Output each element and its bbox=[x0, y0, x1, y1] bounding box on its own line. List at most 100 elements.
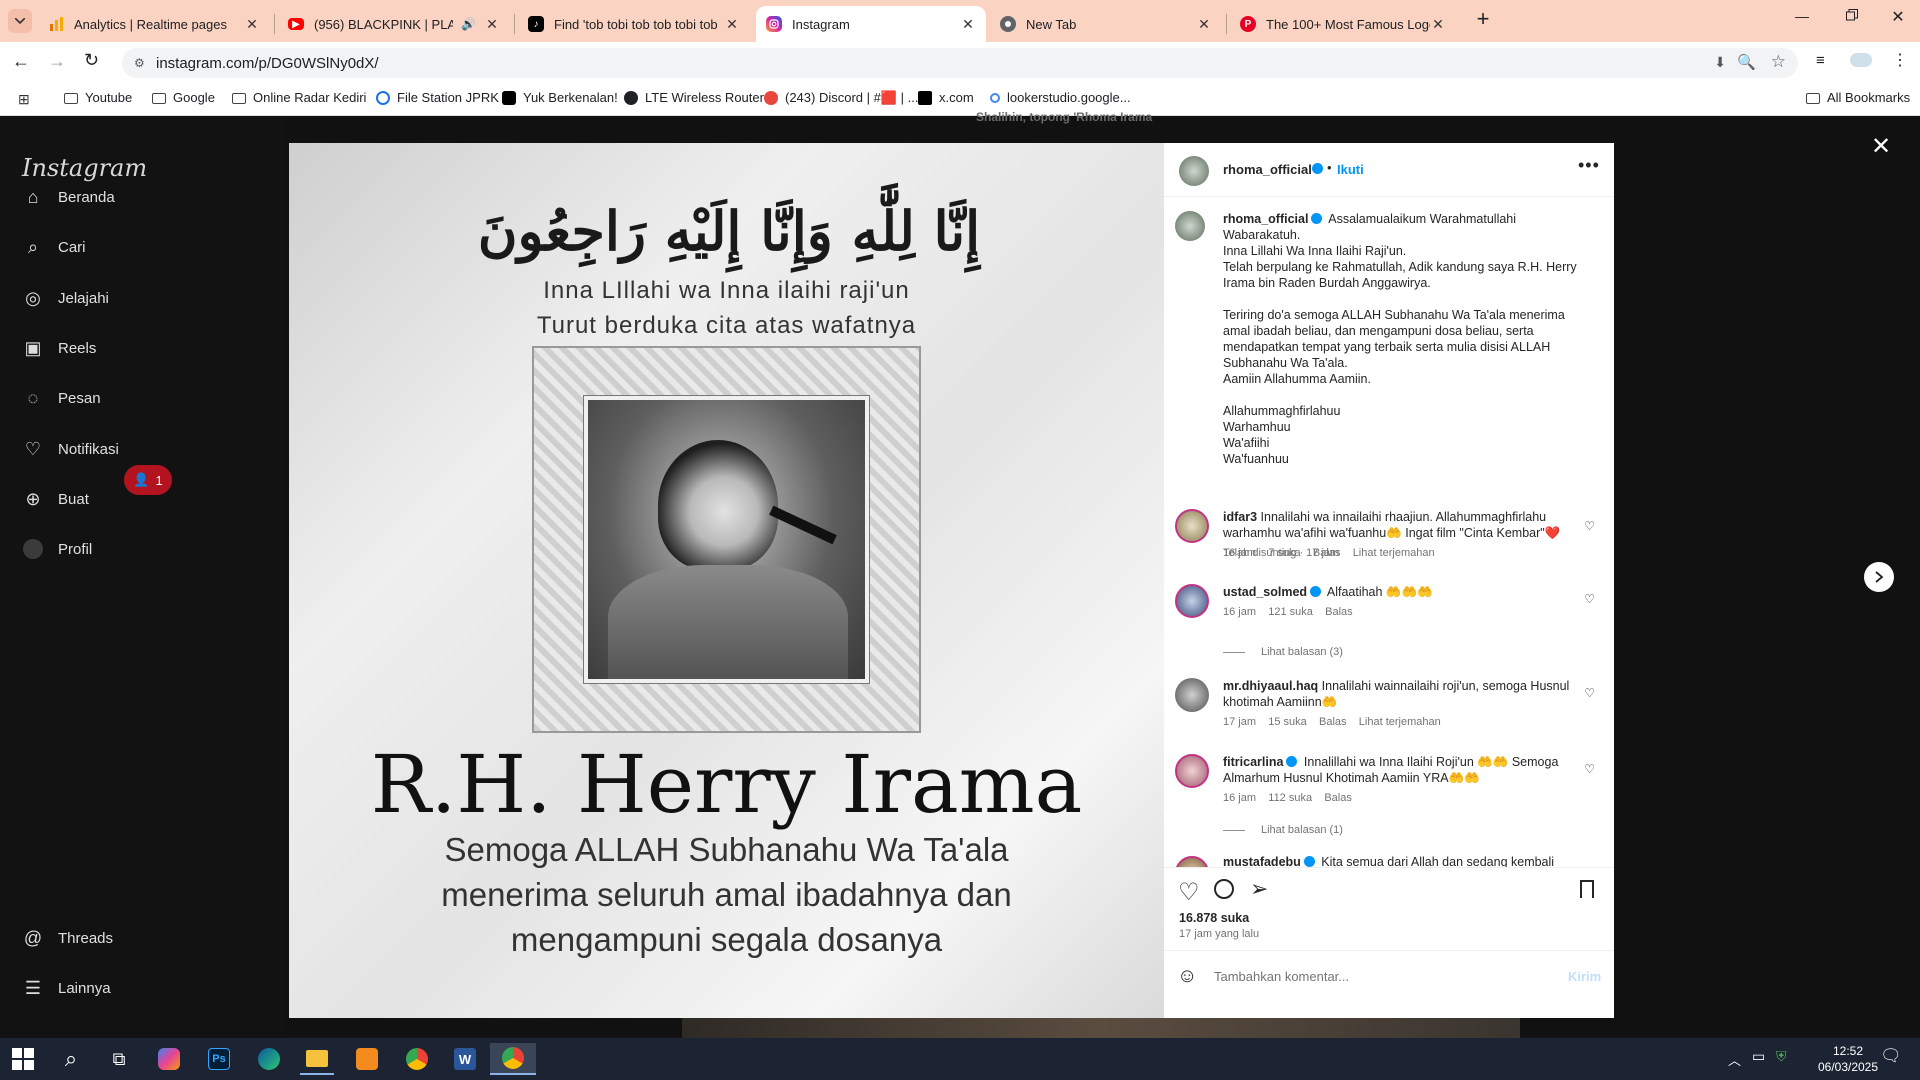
save-icon[interactable] bbox=[1580, 880, 1594, 898]
reload-icon[interactable]: ↻ bbox=[84, 50, 99, 71]
address-bar[interactable]: ⚙ instagram.com/p/DG0WSlNy0dX/ ⬇ 🔍 ☆ bbox=[122, 48, 1798, 78]
view-replies[interactable]: Lihat balasan (1) bbox=[1223, 824, 1343, 836]
media-icon[interactable]: ≡ bbox=[1816, 52, 1825, 69]
instagram-logo[interactable]: Instagram bbox=[22, 154, 147, 182]
close-icon[interactable]: ✕ bbox=[1196, 16, 1212, 33]
author-username[interactable]: rhoma_official bbox=[1223, 162, 1312, 177]
new-tab-button[interactable]: + bbox=[1470, 6, 1496, 32]
avatar[interactable] bbox=[1175, 678, 1209, 712]
tab-new-tab[interactable]: New Tab ✕ bbox=[990, 6, 1222, 42]
like-icon[interactable]: ♡ bbox=[1178, 878, 1200, 907]
tray-overflow-icon[interactable]: ︿ bbox=[1728, 1050, 1741, 1069]
next-post-button[interactable] bbox=[1864, 562, 1894, 592]
close-icon[interactable]: ✕ bbox=[724, 16, 740, 33]
app-icon[interactable] bbox=[350, 1043, 384, 1075]
nav-notifikasi[interactable]: ♡ Notifikasi bbox=[22, 438, 119, 460]
nav-reels[interactable]: ▣ Reels bbox=[22, 337, 96, 359]
author-username[interactable]: rhoma_official bbox=[1223, 212, 1308, 226]
back-icon[interactable]: ← bbox=[12, 51, 30, 72]
bookmark-yuk-berkenalan[interactable]: Yuk Berkenalan! bbox=[502, 90, 618, 105]
send-button[interactable]: Kirim bbox=[1568, 969, 1601, 984]
edge-icon[interactable] bbox=[252, 1043, 286, 1075]
avatar[interactable] bbox=[1175, 211, 1205, 241]
avatar[interactable] bbox=[1175, 584, 1209, 618]
close-icon[interactable]: ✕ bbox=[960, 16, 976, 33]
bookmark-discord[interactable]: (243) Discord | #🟥 | ... bbox=[764, 90, 918, 106]
zoom-icon[interactable]: 🔍 bbox=[1737, 53, 1756, 71]
chrome-active-icon[interactable] bbox=[490, 1043, 536, 1075]
view-replies[interactable]: Lihat balasan (3) bbox=[1223, 646, 1343, 658]
site-info-icon[interactable]: ⚙ bbox=[134, 56, 145, 70]
tab-pinterest[interactable]: P The 100+ Most Famous Logos ✕ bbox=[1230, 6, 1456, 42]
forward-icon[interactable]: → bbox=[48, 51, 66, 72]
chrome-taskbar-icon[interactable] bbox=[400, 1043, 434, 1075]
file-explorer-icon[interactable] bbox=[300, 1043, 334, 1075]
notification-center-icon[interactable]: 🗨 bbox=[1880, 1046, 1902, 1066]
comment-icon[interactable] bbox=[1214, 879, 1234, 899]
comment-input[interactable] bbox=[1214, 964, 1534, 988]
more-options-icon[interactable]: ••• bbox=[1578, 155, 1600, 176]
bookmark-file-station[interactable]: File Station JPRK bbox=[376, 90, 499, 105]
start-button[interactable] bbox=[6, 1043, 40, 1075]
restore-button[interactable] bbox=[1840, 8, 1864, 32]
search-icon[interactable]: ⌕ bbox=[54, 1043, 88, 1075]
close-icon[interactable]: ✕ bbox=[484, 16, 500, 33]
nav-buat[interactable]: ⊕ Buat bbox=[22, 488, 88, 510]
task-view-icon[interactable]: ⧉ bbox=[102, 1043, 136, 1075]
close-icon[interactable]: ✕ bbox=[1430, 16, 1446, 33]
clock-date[interactable]: 06/03/2025 bbox=[1812, 1060, 1884, 1074]
like-comment-icon[interactable]: ♡ bbox=[1584, 592, 1595, 606]
star-icon[interactable]: ☆ bbox=[1771, 52, 1786, 72]
nav-pesan[interactable]: ◌ Pesan bbox=[22, 387, 101, 409]
tab-search-button[interactable] bbox=[8, 9, 32, 33]
comment-username[interactable]: ustad_solmed bbox=[1223, 585, 1307, 599]
comment-username[interactable]: mr.dhiyaaul.haq bbox=[1223, 679, 1318, 693]
install-icon[interactable]: ⬇ bbox=[1714, 54, 1726, 71]
close-modal-button[interactable]: ✕ bbox=[1866, 132, 1896, 162]
close-window-button[interactable]: ✕ bbox=[1886, 7, 1910, 31]
all-bookmarks[interactable]: All Bookmarks bbox=[1806, 90, 1910, 105]
avatar[interactable] bbox=[1175, 856, 1209, 867]
nav-threads[interactable]: @ Threads bbox=[22, 927, 113, 949]
tab-tiktok[interactable]: ♪ Find 'tob tobi tob tob tobi tob ✕ bbox=[518, 6, 750, 42]
nav-profil[interactable]: Profil bbox=[22, 538, 92, 560]
speaker-icon[interactable]: 🔊 bbox=[461, 17, 476, 31]
bookmark-lookerstudio[interactable]: lookerstudio.google... bbox=[990, 90, 1131, 105]
word-icon[interactable]: W bbox=[448, 1043, 482, 1075]
bookmark-online-radar[interactable]: Online Radar Kediri bbox=[232, 90, 366, 105]
like-comment-icon[interactable]: ♡ bbox=[1584, 686, 1595, 700]
avatar[interactable] bbox=[1175, 754, 1209, 788]
likes-count[interactable]: 16.878 suka bbox=[1179, 911, 1249, 925]
nav-lainnya[interactable]: ☰ Lainnya bbox=[22, 977, 111, 999]
avatar[interactable] bbox=[1179, 156, 1209, 186]
security-icon[interactable]: ⛨ bbox=[1776, 1048, 1787, 1065]
apps-icon[interactable]: ⊞ bbox=[18, 91, 30, 108]
bookmark-x[interactable]: x.com bbox=[918, 90, 974, 105]
network-icon[interactable]: ▭ bbox=[1752, 1048, 1765, 1065]
comment-username[interactable]: mustafadebu bbox=[1223, 856, 1301, 867]
nav-cari[interactable]: ⌕ Cari bbox=[22, 236, 86, 258]
nav-jelajahi[interactable]: ◎ Jelajahi bbox=[22, 287, 109, 309]
like-comment-icon[interactable]: ♡ bbox=[1584, 519, 1595, 533]
minimize-button[interactable]: — bbox=[1790, 8, 1814, 32]
bookmark-lte-router[interactable]: LTE Wireless Router bbox=[624, 90, 764, 105]
tab-youtube[interactable]: ▶ (956) BLACKPINK | PLAYLIST 🔊 ✕ bbox=[278, 6, 510, 42]
nav-beranda[interactable]: ⌂ Beranda bbox=[22, 186, 115, 208]
photoshop-icon[interactable]: Ps bbox=[202, 1043, 236, 1075]
emoji-icon[interactable]: ☺ bbox=[1177, 965, 1197, 988]
post-image[interactable]: إِنَّا لِلَّٰهِ وَإِنَّا إِلَيْهِ رَاجِع… bbox=[289, 143, 1164, 1018]
copilot-icon[interactable] bbox=[152, 1043, 186, 1075]
menu-icon[interactable]: ⋮ bbox=[1892, 50, 1908, 70]
extension-icon[interactable] bbox=[1850, 53, 1872, 67]
like-comment-icon[interactable]: ♡ bbox=[1584, 762, 1595, 776]
comment-username[interactable]: fitricarlina bbox=[1223, 755, 1283, 769]
tab-analytics[interactable]: Analytics | Realtime pages ✕ bbox=[38, 6, 270, 42]
follow-button[interactable]: Ikuti bbox=[1337, 162, 1364, 177]
avatar[interactable] bbox=[1175, 509, 1209, 543]
bookmark-youtube[interactable]: Youtube bbox=[64, 90, 132, 105]
comment-username[interactable]: idfar3 bbox=[1223, 510, 1257, 524]
share-icon[interactable]: ➢ bbox=[1250, 876, 1268, 902]
tab-instagram[interactable]: Instagram ✕ bbox=[756, 6, 986, 42]
clock-time[interactable]: 12:52 bbox=[1818, 1044, 1878, 1058]
close-icon[interactable]: ✕ bbox=[244, 16, 260, 33]
